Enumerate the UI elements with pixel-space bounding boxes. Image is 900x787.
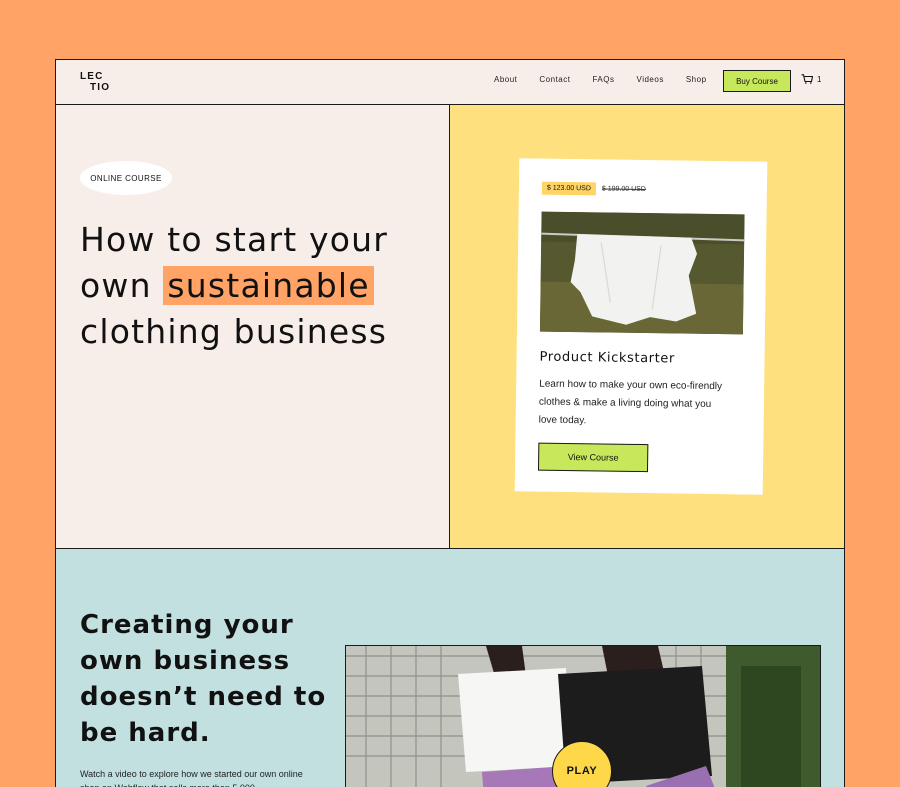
nav-about[interactable]: About xyxy=(494,75,517,84)
price-row: $ 123.00 USD $ 199.00 USD xyxy=(541,181,646,196)
view-course-button[interactable]: View Course xyxy=(537,442,649,473)
hero-right: $ 123.00 USD $ 199.00 USD Product Kickst… xyxy=(450,105,844,549)
product-card: $ 123.00 USD $ 199.00 USD Product Kickst… xyxy=(514,158,768,495)
online-course-badge: ONLINE COURSE xyxy=(80,161,172,195)
price-current: $ 123.00 USD xyxy=(541,181,596,196)
price-old: $ 199.00 USD xyxy=(601,185,646,194)
nav-shop[interactable]: Shop xyxy=(686,75,707,84)
headline-line1: How to start your xyxy=(80,220,389,259)
cart-count: 1 xyxy=(817,74,822,84)
section-heading: Creating your own business doesn’t need … xyxy=(80,610,327,748)
product-title: Product Kickstarter xyxy=(539,349,675,367)
nav-videos[interactable]: Videos xyxy=(637,75,664,84)
cart-icon xyxy=(801,74,813,84)
product-image xyxy=(539,211,745,335)
video-section: Creating your own business doesn’t need … xyxy=(56,549,844,787)
site-frame: LEC TIO About Contact FAQs Videos Shop B… xyxy=(55,59,845,787)
tshirt-photo-icon xyxy=(539,211,745,335)
top-nav: LEC TIO About Contact FAQs Videos Shop B… xyxy=(56,60,844,105)
logo-line2: TIO xyxy=(90,82,111,93)
nav-links: About Contact FAQs Videos Shop xyxy=(486,75,707,84)
section-text: Watch a video to explore how we started … xyxy=(80,769,303,787)
headline-own: own xyxy=(80,266,152,305)
buy-course-button[interactable]: Buy Course xyxy=(723,70,791,92)
nav-faqs[interactable]: FAQs xyxy=(592,75,614,84)
cart-button[interactable]: 1 xyxy=(801,74,821,84)
logo-line1: LEC xyxy=(80,71,104,82)
video-player[interactable]: PLAY xyxy=(345,645,821,787)
hero-headline: How to start your own sustainable clothi… xyxy=(80,217,440,355)
logo[interactable]: LEC TIO xyxy=(80,71,110,93)
nav-contact[interactable]: Contact xyxy=(539,75,570,84)
headline-highlight: sustainable xyxy=(163,266,374,305)
headline-line3: clothing business xyxy=(80,312,388,351)
hero-left: ONLINE COURSE How to start your own sust… xyxy=(56,105,450,549)
product-description: Learn how to make your own eco-firendly … xyxy=(538,378,723,427)
